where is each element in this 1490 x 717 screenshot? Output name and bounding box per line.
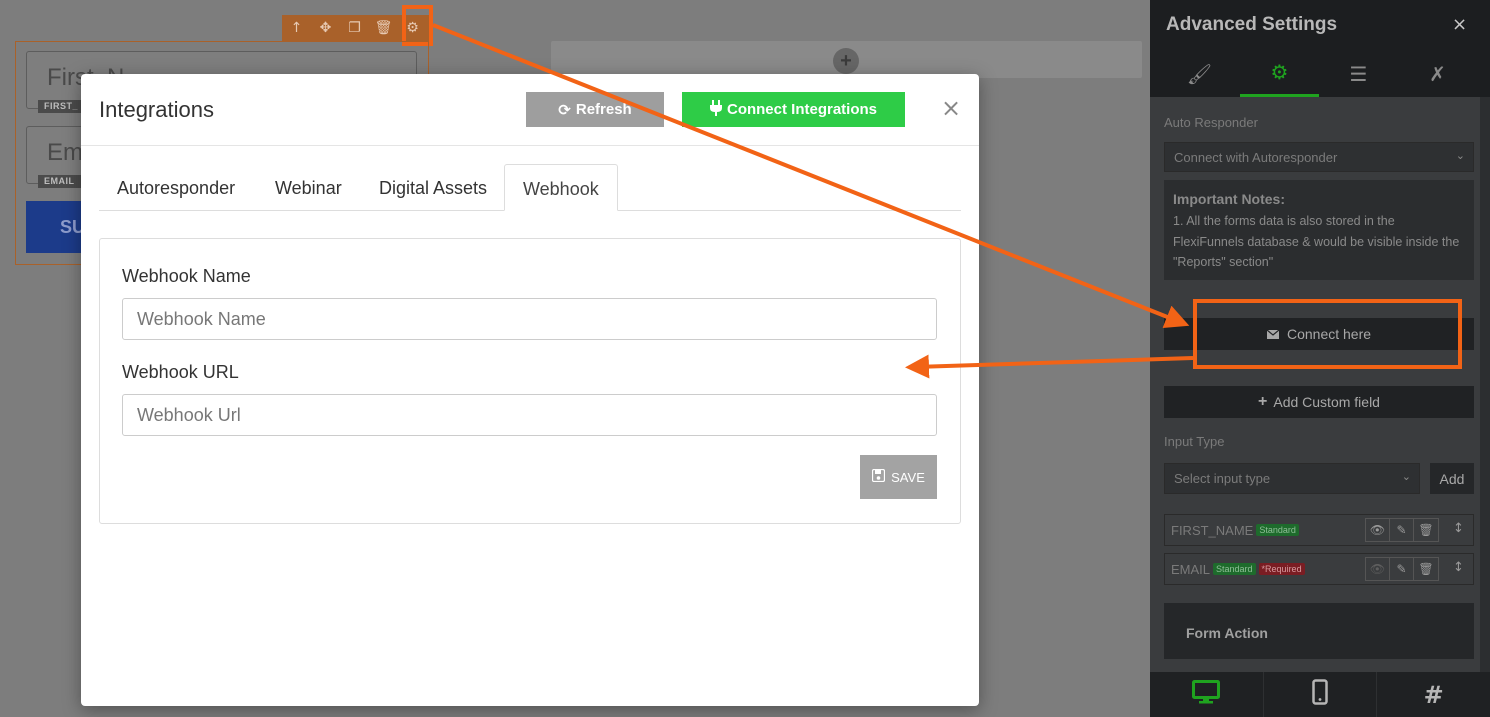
gear-icon: ⚙ <box>1270 60 1289 84</box>
modal-title: Integrations <box>99 97 214 122</box>
desktop-icon <box>1192 679 1221 710</box>
mobile-view-button[interactable] <box>1264 672 1378 717</box>
floppy-disk-icon <box>871 468 886 485</box>
webhook-panel: Webhook Name Webhook URL SAVE <box>99 238 961 524</box>
first-name-tag: FIRST_ <box>38 100 85 113</box>
running-figure-icon: ✗ <box>1429 61 1446 86</box>
standard-badge: Standard <box>1256 524 1299 536</box>
auto-responder-select[interactable]: Connect with Autoresponder ⌄ <box>1164 142 1474 172</box>
webhook-name-input[interactable] <box>122 298 937 340</box>
input-type-label: Input Type <box>1164 434 1225 449</box>
webhook-url-input[interactable] <box>122 394 937 436</box>
field-row-email: EMAIL Standard *Required 👁 ✎ 🗑 ↕ <box>1164 553 1474 585</box>
trash-icon[interactable]: 🗑 <box>1414 519 1438 541</box>
tab-webinar[interactable]: Webinar <box>275 164 342 211</box>
tab-settings[interactable]: ⚙ <box>1240 50 1319 97</box>
connect-here-highlight-box <box>1193 299 1462 369</box>
eye-icon[interactable]: 👁 <box>1366 558 1390 580</box>
chevron-down-icon: ⌄ <box>1455 149 1465 162</box>
auto-responder-select-value: Connect with Autoresponder <box>1174 150 1338 165</box>
save-button[interactable]: SAVE <box>860 455 937 499</box>
connect-integrations-label: Connect Integrations <box>726 101 877 118</box>
delete-icon[interactable]: 🗑 <box>369 15 398 41</box>
custom-css-button[interactable]: # <box>1377 672 1490 717</box>
device-switcher: # <box>1150 672 1490 717</box>
modal-header: Integrations ⟳ Refresh Connect Integrati… <box>81 74 979 146</box>
save-label: SAVE <box>891 469 925 485</box>
connect-integrations-button[interactable]: Connect Integrations <box>682 92 905 127</box>
refresh-icon: ⟳ <box>558 100 571 119</box>
integrations-modal: Integrations ⟳ Refresh Connect Integrati… <box>81 74 979 706</box>
gear-highlight-box <box>402 5 433 46</box>
drag-move-icon[interactable]: ✥ <box>311 15 340 41</box>
webhook-url-label: Webhook URL <box>122 362 239 382</box>
field-name: EMAIL <box>1171 561 1211 577</box>
move-up-icon[interactable]: ↑ <box>282 15 311 41</box>
trash-icon[interactable]: 🗑 <box>1414 558 1438 580</box>
tab-style[interactable]: 🖌 <box>1160 50 1239 97</box>
hash-icon: # <box>1423 680 1444 709</box>
webhook-name-label: Webhook Name <box>122 266 251 286</box>
notes-title: Important Notes: <box>1173 191 1285 207</box>
layers-icon: ☰ <box>1349 61 1368 86</box>
eye-icon[interactable]: 👁 <box>1366 519 1390 541</box>
desktop-view-button[interactable] <box>1150 672 1264 717</box>
notes-body: 1. All the forms data is also stored in … <box>1173 214 1460 269</box>
side-panel-tabs: 🖌 ⚙ ☰ ✗ <box>1150 50 1490 97</box>
field-actions: 👁 ✎ 🗑 <box>1365 518 1439 542</box>
tab-digital-assets[interactable]: Digital Assets <box>379 164 487 211</box>
side-panel-close-icon[interactable]: × <box>1452 14 1467 35</box>
form-action-title: Form Action <box>1186 625 1268 641</box>
sort-handle-icon[interactable]: ↕ <box>1453 521 1464 536</box>
field-actions: 👁 ✎ 🗑 <box>1365 557 1439 581</box>
plus-icon: + <box>1258 393 1268 410</box>
tab-webhook[interactable]: Webhook <box>504 164 618 211</box>
side-panel-header: Advanced Settings × <box>1150 0 1490 50</box>
standard-badge: Standard <box>1213 563 1256 575</box>
field-row-first-name: FIRST_NAME Standard 👁 ✎ 🗑 ↕ <box>1164 514 1474 546</box>
input-type-select-value: Select input type <box>1174 471 1271 486</box>
form-action-section: Form Action <box>1164 603 1474 659</box>
field-name: FIRST_NAME <box>1171 522 1254 538</box>
plug-icon <box>709 99 722 120</box>
sort-handle-icon[interactable]: ↕ <box>1453 560 1464 575</box>
duplicate-icon[interactable]: ❐ <box>340 15 369 41</box>
important-notes-box: Important Notes: 1. All the forms data i… <box>1164 180 1474 280</box>
side-panel-scrollbar[interactable] <box>1480 97 1490 672</box>
required-badge: *Required <box>1258 563 1305 575</box>
refresh-button-label: Refresh <box>575 101 632 118</box>
input-type-select[interactable]: Select input type ⌄ <box>1164 463 1420 494</box>
auto-responder-label: Auto Responder <box>1164 115 1258 130</box>
integration-tabs: Autoresponder Webinar Digital Assets Web… <box>99 164 961 211</box>
tab-animation[interactable]: ✗ <box>1398 50 1477 97</box>
add-custom-field-button[interactable]: + Add Custom field <box>1164 386 1474 418</box>
tab-autoresponder[interactable]: Autoresponder <box>117 164 235 211</box>
pencil-icon[interactable]: ✎ <box>1390 519 1414 541</box>
mobile-phone-icon <box>1312 678 1328 711</box>
paintbrush-icon: 🖌 <box>1186 61 1213 86</box>
tab-layers[interactable]: ☰ <box>1319 50 1398 97</box>
add-input-button[interactable]: Add <box>1430 463 1474 494</box>
chevron-down-icon: ⌄ <box>1401 470 1411 483</box>
modal-close-icon[interactable]: × <box>941 96 961 120</box>
add-custom-field-label: Add Custom field <box>1273 394 1380 410</box>
add-row-plus-icon[interactable]: + <box>833 48 859 74</box>
side-panel-title: Advanced Settings <box>1166 14 1338 35</box>
refresh-button[interactable]: ⟳ Refresh <box>526 92 664 127</box>
pencil-icon[interactable]: ✎ <box>1390 558 1414 580</box>
email-tag: EMAIL <box>38 175 81 188</box>
